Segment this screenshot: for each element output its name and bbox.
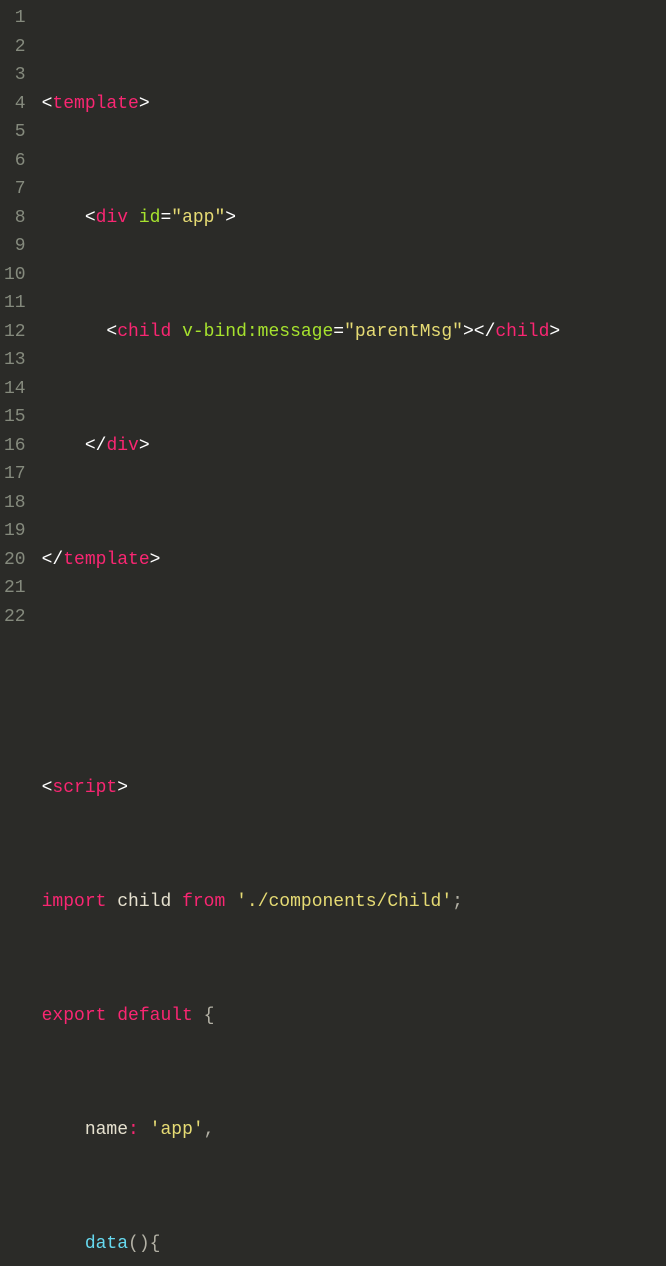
line-number: 10 [4,261,26,290]
code-line: <template> [34,90,666,119]
line-number: 18 [4,489,26,518]
line-number: 4 [4,90,26,119]
line-number: 1 [4,4,26,33]
line-number: 8 [4,204,26,233]
code-line: </div> [34,432,666,461]
code-line: <script> [34,774,666,803]
line-gutter: 1 2 3 4 5 6 7 8 9 10 11 12 13 14 15 16 1… [0,0,34,633]
line-number: 9 [4,232,26,261]
code-area[interactable]: <template> <div id="app"> <child v-bind:… [34,0,666,633]
line-number: 7 [4,175,26,204]
line-number: 5 [4,118,26,147]
code-line: import child from './components/Child'; [34,888,666,917]
code-line: name: 'app', [34,1116,666,1145]
line-number: 3 [4,61,26,90]
line-number: 14 [4,375,26,404]
line-number: 17 [4,460,26,489]
code-line: <child v-bind:message="parentMsg"></chil… [34,318,666,347]
code-editor: 1 2 3 4 5 6 7 8 9 10 11 12 13 14 15 16 1… [0,0,666,633]
code-line: <div id="app"> [34,204,666,233]
line-number: 11 [4,289,26,318]
code-line: data(){ [34,1230,666,1259]
line-number: 13 [4,346,26,375]
line-number: 22 [4,603,26,632]
line-number: 6 [4,147,26,176]
line-number: 19 [4,517,26,546]
line-number: 20 [4,546,26,575]
line-number: 21 [4,574,26,603]
code-line: export default { [34,1002,666,1031]
line-number: 16 [4,432,26,461]
line-number: 15 [4,403,26,432]
code-line [34,660,666,689]
line-number: 2 [4,33,26,62]
line-number: 12 [4,318,26,347]
code-line: </template> [34,546,666,575]
